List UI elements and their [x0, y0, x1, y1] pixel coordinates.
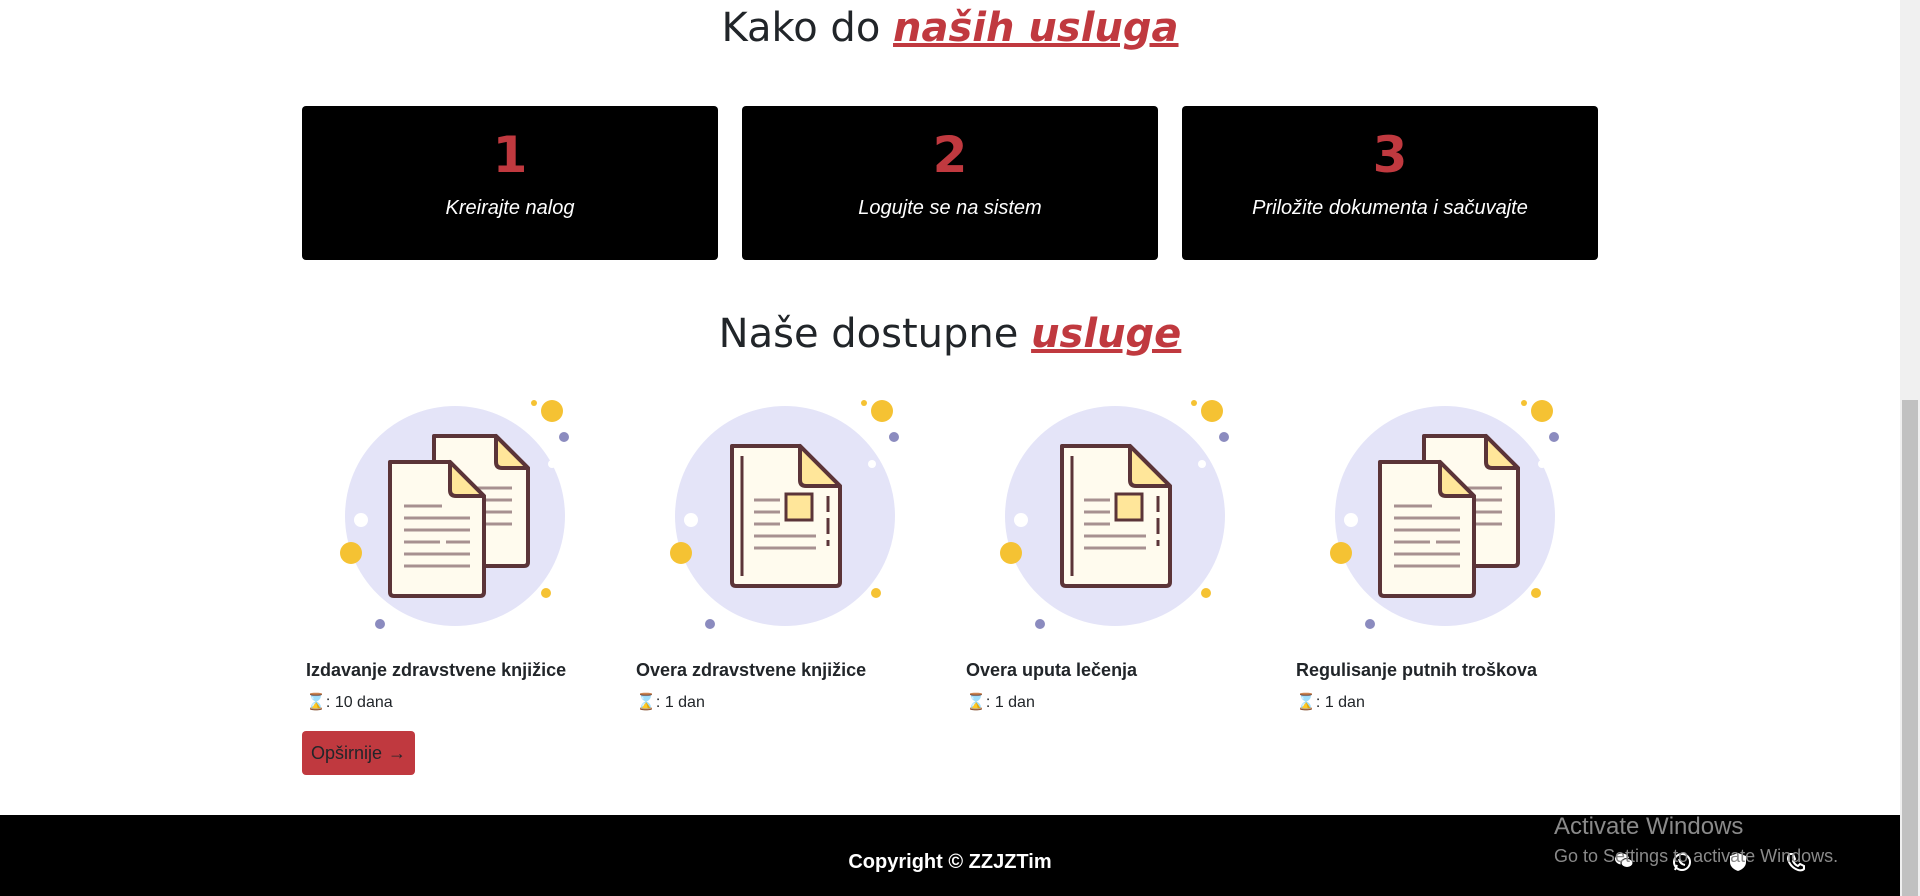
step-card-3: 3 Priložite dokumenta i sačuvajte: [1182, 106, 1598, 260]
step-number: 2: [932, 126, 968, 184]
arrow-right-icon: →: [388, 742, 407, 763]
more-button-label: Opširnije: [310, 742, 383, 763]
service-duration: ⌛: 1 dan: [966, 692, 1035, 712]
service-card-1: Izdavanje zdravstvene knjižice ⌛: 10 dan…: [300, 396, 600, 711]
service-title: Regulisanje putnih troškova: [1296, 660, 1538, 680]
services-heading-accent: usluge: [1031, 311, 1182, 357]
step-card-1: 1 Kreirajte nalog: [302, 106, 718, 260]
howto-heading-accent: naših usluga: [893, 5, 1179, 51]
services-heading-plain: Naše dostupne: [718, 311, 1032, 357]
service-duration: ⌛: 1 dan: [636, 692, 705, 712]
step-label: Priložite dokumenta i sačuvajte: [1252, 197, 1528, 219]
step-number: 3: [1372, 126, 1408, 184]
more-button[interactable]: Opširnije →: [302, 731, 415, 775]
howto-heading-plain: Kako do: [721, 5, 894, 51]
services-heading: Naše dostupne usluge: [0, 314, 1900, 354]
single-document-icon: [670, 400, 899, 629]
scrollbar-thumb[interactable]: [1902, 400, 1918, 896]
service-card-3: Overa uputa lečenja ⌛: 1 dan: [960, 396, 1260, 711]
watermark-line1: Activate Windows: [1554, 813, 1744, 840]
windows-activation-watermark: Activate Windows Go to Settings to activ…: [1554, 813, 1839, 867]
service-duration: ⌛: 1 dan: [1296, 692, 1365, 712]
service-duration-text: : 1 dan: [1315, 694, 1365, 711]
two-documents-icon: [340, 400, 569, 629]
step-card-2: 2 Logujte se na sistem: [742, 106, 1158, 260]
hourglass-icon: ⌛: [636, 694, 656, 711]
hourglass-icon: ⌛: [966, 694, 986, 711]
service-duration-text: : 10 dana: [325, 694, 393, 711]
howto-heading: Kako do naših usluga: [0, 8, 1900, 48]
service-duration: ⌛: 10 dana: [306, 692, 393, 712]
service-duration-text: : 1 dan: [985, 694, 1035, 711]
step-number: 1: [492, 126, 528, 184]
service-card-4: Regulisanje putnih troškova ⌛: 1 dan: [1290, 396, 1590, 711]
service-duration-text: : 1 dan: [655, 694, 705, 711]
two-documents-icon: [1330, 400, 1559, 629]
watermark-line2: Go to Settings to activate Windows.: [1554, 846, 1839, 867]
service-card-2: Overa zdravstvene knjižice ⌛: 1 dan: [630, 396, 930, 711]
service-title: Overa zdravstvene knjižice: [636, 660, 867, 680]
single-document-icon: [1000, 400, 1229, 629]
step-label: Kreirajte nalog: [445, 197, 575, 219]
hourglass-icon: ⌛: [1296, 694, 1316, 711]
service-title: Izdavanje zdravstvene knjižice: [306, 660, 567, 680]
hourglass-icon: ⌛: [306, 694, 326, 711]
step-label: Logujte se na sistem: [858, 197, 1042, 219]
service-title: Overa uputa lečenja: [966, 660, 1138, 680]
